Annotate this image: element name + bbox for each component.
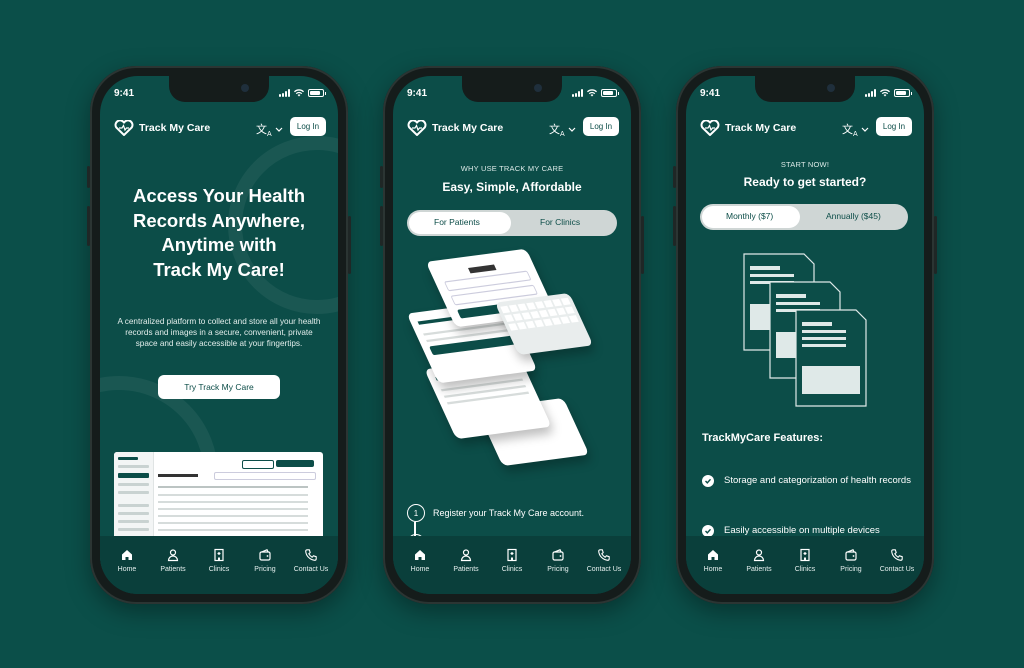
billing-toggle: Monthly ($7) Annually ($45) <box>700 204 908 230</box>
audience-toggle: For Patients For Clinics <box>407 210 617 236</box>
nav-patients[interactable]: Patients <box>444 536 488 594</box>
nav-home[interactable]: Home <box>105 536 149 594</box>
wifi-icon <box>587 89 597 97</box>
brand-logo[interactable]: Track My Care <box>407 120 503 136</box>
app-header: Track My Care 文A Log In <box>393 112 631 146</box>
checkmark-icon <box>702 475 714 487</box>
section-kicker: WHY USE TRACK MY CARE <box>460 164 564 173</box>
status-time: 9:41 <box>700 88 721 99</box>
brand-logo[interactable]: Track My Care <box>114 120 210 136</box>
wallet-icon <box>259 549 271 561</box>
person-icon <box>460 549 472 562</box>
section-kicker: START NOW! <box>780 160 830 169</box>
hero-description: A centralized platform to collect and st… <box>117 317 321 348</box>
chevron-down-icon <box>861 127 869 132</box>
pricing-screen: 9:41 Track My Care 文A Log In START NOW! … <box>686 76 924 594</box>
bottom-navigation: Home Patients Clinics Pricing Contact Us <box>686 536 924 594</box>
home-icon <box>415 550 425 560</box>
login-button[interactable]: Log In <box>876 117 912 136</box>
feature-item: Storage and categorization of health rec… <box>702 474 912 488</box>
step-number: 1 <box>407 504 425 522</box>
signal-icon <box>572 89 583 97</box>
brand-name: Track My Care <box>725 122 797 134</box>
login-button[interactable]: Log In <box>290 117 326 136</box>
home-icon <box>708 550 718 560</box>
brand-logo[interactable]: Track My Care <box>700 120 796 136</box>
home-screen: 9:41 Track My Care 文A Log In Access Your… <box>100 76 338 594</box>
translate-icon: 文A <box>842 124 858 139</box>
app-header: Track My Care 文A Log In <box>100 112 338 146</box>
language-selector[interactable]: 文A <box>256 121 283 138</box>
status-time: 9:41 <box>407 88 428 99</box>
why-use-screen: 9:41 Track My Care 文A Log In WHY USE TRA… <box>393 76 631 594</box>
battery-icon <box>894 89 912 97</box>
chevron-down-icon <box>568 127 576 132</box>
step-text: Register your Track My Care account. <box>433 508 585 518</box>
nav-contact[interactable]: Contact Us <box>289 536 333 594</box>
phone-why-use: 9:41 Track My Care 文A Log In WHY USE TRA… <box>380 66 644 604</box>
heart-logo-icon <box>114 120 134 136</box>
phone-home: 9:41 Track My Care 文A Log In Access Your… <box>87 66 351 604</box>
chevron-down-icon <box>275 127 283 132</box>
nav-home[interactable]: Home <box>398 536 442 594</box>
language-selector[interactable]: 文A <box>549 121 576 138</box>
nav-home[interactable]: Home <box>691 536 735 594</box>
phone-icon <box>305 549 317 561</box>
battery-icon <box>601 89 619 97</box>
person-icon <box>753 549 765 562</box>
wallet-icon <box>552 549 564 561</box>
wallet-icon <box>845 549 857 561</box>
nav-clinics[interactable]: Clinics <box>197 536 241 594</box>
login-button[interactable]: Log In <box>583 117 619 136</box>
app-header: Track My Care 文A Log In <box>686 112 924 146</box>
nav-pricing[interactable]: Pricing <box>536 536 580 594</box>
plan-monthly-label[interactable]: Monthly ($7) <box>726 211 773 221</box>
documents-illustration <box>743 253 867 407</box>
nav-patients[interactable]: Patients <box>737 536 781 594</box>
wifi-icon <box>294 89 304 97</box>
person-icon <box>167 549 179 562</box>
translate-icon: 文A <box>549 124 565 139</box>
brand-name: Track My Care <box>432 122 504 134</box>
nav-contact[interactable]: Contact Us <box>582 536 626 594</box>
tab-for-patients-label[interactable]: For Patients <box>434 217 480 227</box>
building-icon <box>800 548 810 562</box>
tab-for-clinics[interactable]: For Clinics <box>540 217 580 227</box>
home-icon <box>122 550 132 560</box>
phone-pricing: 9:41 Track My Care 文A Log In START NOW! … <box>673 66 937 604</box>
status-time: 9:41 <box>114 88 135 99</box>
app-mockup-illustration <box>393 248 631 478</box>
wifi-icon <box>880 89 890 97</box>
onboarding-step-1: 1 Register your Track My Care account. <box>407 504 584 522</box>
phone-icon <box>598 549 610 561</box>
nav-pricing[interactable]: Pricing <box>243 536 287 594</box>
section-title: Easy, Simple, Affordable <box>442 180 582 194</box>
signal-icon <box>279 89 290 97</box>
features-title: TrackMyCare Features: <box>702 432 824 444</box>
hero-title: Access Your Health Records Anywhere, Any… <box>132 185 306 280</box>
heart-logo-icon <box>407 120 427 136</box>
building-icon <box>214 548 224 562</box>
nav-patients[interactable]: Patients <box>151 536 195 594</box>
signal-icon <box>865 89 876 97</box>
section-title: Ready to get started? <box>743 175 867 189</box>
translate-icon: 文A <box>256 124 272 139</box>
nav-pricing[interactable]: Pricing <box>829 536 873 594</box>
try-track-my-care-button[interactable]: Try Track My Care <box>158 375 280 399</box>
brand-name: Track My Care <box>139 122 211 134</box>
building-icon <box>507 548 517 562</box>
nav-clinics[interactable]: Clinics <box>490 536 534 594</box>
nav-clinics[interactable]: Clinics <box>783 536 827 594</box>
heart-logo-icon <box>700 120 720 136</box>
phone-icon <box>891 549 903 561</box>
language-selector[interactable]: 文A <box>842 121 869 138</box>
bottom-navigation: Home Patients Clinics Pricing Contact Us <box>100 536 338 594</box>
nav-contact[interactable]: Contact Us <box>875 536 919 594</box>
plan-annual[interactable]: Annually ($45) <box>826 211 881 221</box>
bottom-navigation: Home Patients Clinics Pricing Contact Us <box>393 536 631 594</box>
battery-icon <box>308 89 326 97</box>
